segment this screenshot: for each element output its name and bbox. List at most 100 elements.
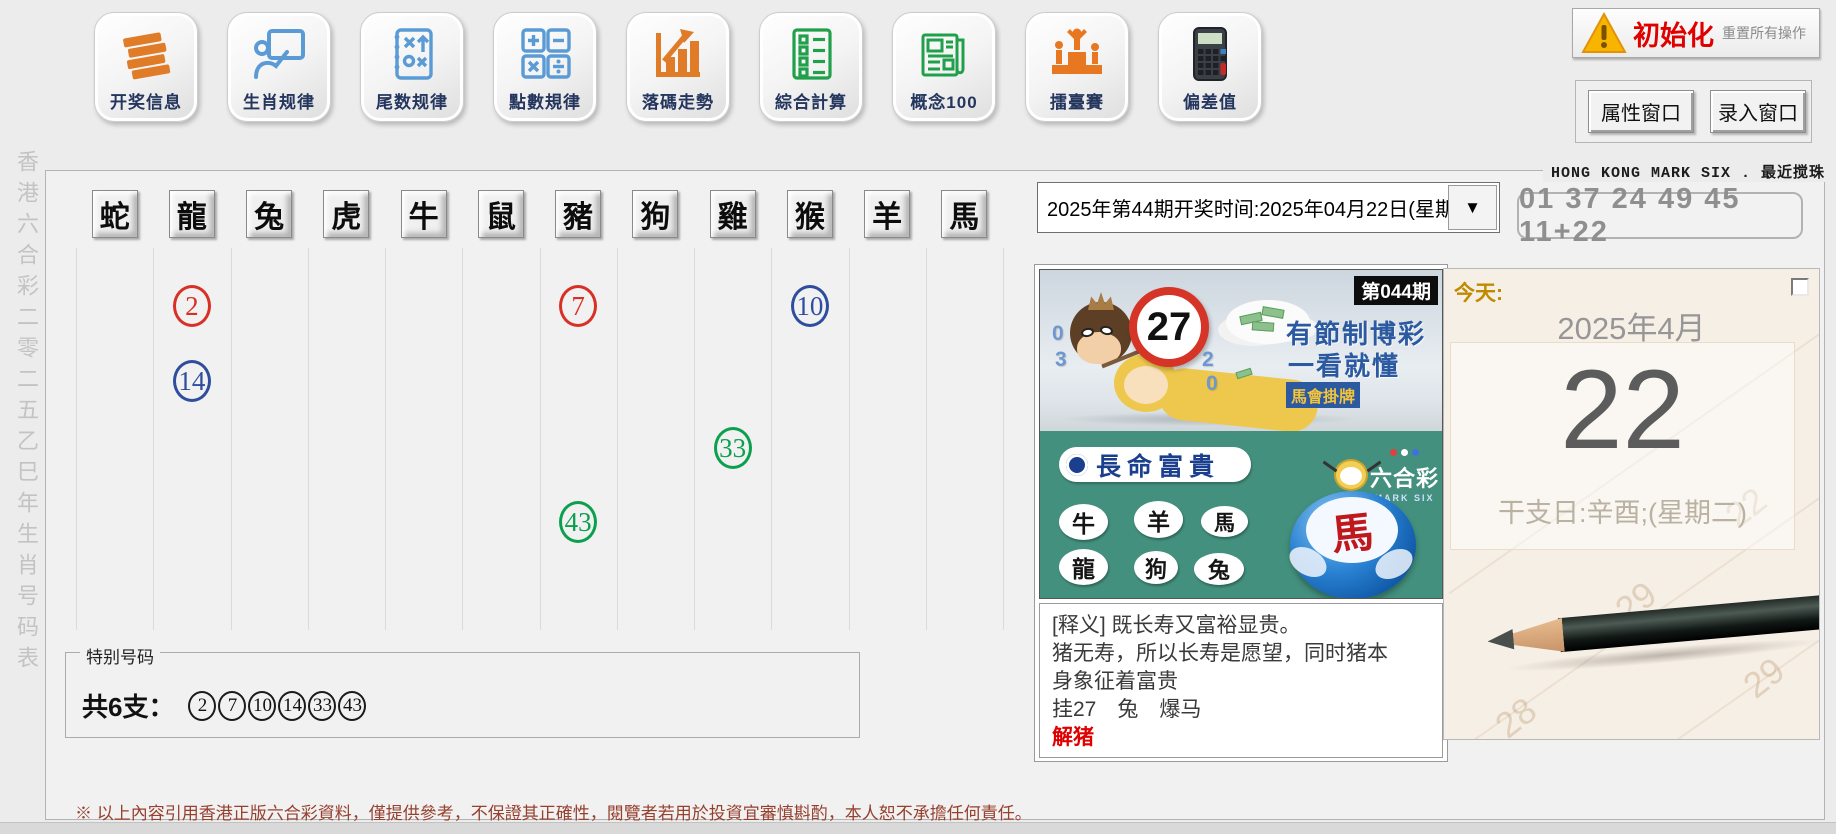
- grid-column-line: [1003, 248, 1004, 630]
- special-count-label: 共6支：: [82, 687, 174, 724]
- toolbar-button-label: 落碼走勢: [627, 88, 729, 113]
- disclaimer-text: ※ 以上內容引用香港正版六合彩資料，僅提供參考，不保證其正確性，閱覽者若用於投資…: [75, 799, 1032, 824]
- ball-zodiac-character: 馬: [1328, 497, 1376, 562]
- toolbar-button-label: 綜合計算: [760, 88, 862, 113]
- promo-image: 27 0 3 2 0 有節制博彩 一看就懂 馬會掛牌 第044期 長命富貴: [1039, 269, 1443, 599]
- toolbar-button-label: 开奖信息: [95, 88, 197, 113]
- side-title: 香港六合彩二零二五乙巳年生肖号码表: [10, 150, 42, 677]
- special-circled-number: 14: [278, 691, 306, 721]
- grid-column-line: [462, 248, 463, 630]
- grid-circled-number: 2: [173, 285, 211, 327]
- app-window: { "side_title": "香港六合彩二零二五乙巳年生肖号码表", "to…: [0, 0, 1836, 834]
- initialize-sub-label: 重置所有操作: [1722, 23, 1806, 43]
- special-circled-number: 10: [248, 691, 276, 721]
- calendar-checkbox[interactable]: [1791, 278, 1809, 296]
- toolbar-button-label: 尾数规律: [361, 88, 463, 113]
- grid-column-line: [308, 248, 309, 630]
- grid-column-line: [926, 248, 927, 630]
- calendar-day: 22: [1451, 351, 1794, 469]
- zodiac-button[interactable]: 牛: [401, 190, 447, 238]
- grid-circled-number: 7: [559, 285, 597, 327]
- period-dropdown-value: 2025年第44期开奖时间:2025年04月22日(星期二): [1047, 193, 1482, 222]
- toolbar-button-point-pattern[interactable]: 點數規律: [493, 12, 597, 122]
- toolbar-button-draw-info[interactable]: 开奖信息: [94, 12, 198, 122]
- special-numbers-box: 特别号码 共6支： 2710143343: [65, 652, 860, 738]
- zodiac-button[interactable]: 羊: [864, 190, 910, 238]
- toolbar-button-label: 偏差值: [1159, 88, 1261, 113]
- promo-panel: 27 0 3 2 0 有節制博彩 一看就懂 馬會掛牌 第044期 長命富貴: [1034, 264, 1448, 762]
- special-circled-number: 43: [338, 691, 366, 721]
- initialize-button[interactable]: 初始化 重置所有操作: [1572, 8, 1820, 58]
- club-logo-icon: [1066, 454, 1088, 476]
- latest-draw-numbers: 01 37 24 49 45 11+22: [1517, 192, 1803, 239]
- strategy-icon: [382, 25, 442, 83]
- books-icon: [116, 25, 176, 83]
- calendar-ganzhi: 干支日:辛酉;(星期二): [1451, 491, 1794, 530]
- zodiac-button[interactable]: 鼠: [478, 190, 524, 238]
- toolbar-button-arena[interactable]: 擂臺賽: [1025, 12, 1129, 122]
- zodiac-button[interactable]: 狗: [632, 190, 678, 238]
- newspaper-icon: [914, 25, 974, 83]
- property-window-button[interactable]: 属性窗口: [1588, 90, 1694, 133]
- dropdown-arrow-button[interactable]: ▼: [1448, 185, 1497, 230]
- crown-icon: [1088, 292, 1114, 310]
- toolbar-button-trend[interactable]: 落碼走勢: [626, 12, 730, 122]
- zodiac-button[interactable]: 兔: [246, 190, 292, 238]
- zodiac-oval: 龍: [1059, 549, 1108, 585]
- zodiac-button[interactable]: 雞: [710, 190, 756, 238]
- sign-number-circle: 27: [1129, 287, 1209, 367]
- toolbar-button-label: 點數規律: [494, 88, 596, 113]
- checklist-icon: [781, 25, 841, 83]
- special-numbers-title: 特别号码: [80, 643, 160, 668]
- issue-number-label: 第044期: [1354, 276, 1438, 305]
- calendar-day-box: 22 干支日:辛酉;(星期二): [1450, 342, 1795, 550]
- toolbar-button-label: 概念100: [893, 88, 995, 113]
- grid-column-line: [849, 248, 850, 630]
- warning-icon: [1581, 12, 1627, 54]
- promo-description-box: [释义] 既长寿又富裕显贵。 猪无寿，所以长寿是愿望，同时猪本 身象征着富贵 挂…: [1039, 603, 1443, 758]
- toolbar-button-tail-pattern[interactable]: 尾数规律: [360, 12, 464, 122]
- podium-icon: [1047, 25, 1107, 83]
- entry-window-button[interactable]: 录入窗口: [1710, 90, 1806, 133]
- toolbar-button-concept-100[interactable]: 概念100: [892, 12, 996, 122]
- promo-badge: 馬會掛牌: [1286, 382, 1360, 408]
- presenter-icon: [249, 25, 309, 83]
- grid-column-line: [153, 248, 154, 630]
- grid-circled-number: 10: [791, 285, 829, 327]
- toolbar-button-zodiac-pattern[interactable]: 生肖规律: [227, 12, 331, 122]
- special-circled-number: 2: [188, 691, 216, 721]
- mark-six-logo: 六合彩 MARK SIX: [1370, 443, 1439, 503]
- promo-slogan-line2: 一看就懂: [1288, 346, 1400, 383]
- mark-six-group-label: HONG KONG MARK SIX . 最近搅珠: [1543, 161, 1833, 182]
- period-dropdown[interactable]: 2025年第44期开奖时间:2025年04月22日(星期二) ▼: [1037, 182, 1500, 233]
- zodiac-button[interactable]: 豬: [555, 190, 601, 238]
- grid-column-line: [76, 248, 77, 630]
- grid-circled-number: 33: [714, 427, 752, 469]
- grid-column-line: [540, 248, 541, 630]
- zodiac-button[interactable]: 猴: [787, 190, 833, 238]
- logo-dots-icon: [1370, 443, 1439, 461]
- zodiac-number-grid: 2147433310: [76, 248, 1004, 630]
- grid-circled-number: 43: [559, 501, 597, 543]
- trend-chart-icon: [648, 25, 708, 83]
- zodiac-button[interactable]: 蛇: [92, 190, 138, 238]
- special-circled-number: 7: [218, 691, 246, 721]
- toolbar-button-label: 擂臺賽: [1026, 88, 1128, 113]
- toolbar-button-deviation[interactable]: 偏差值: [1158, 12, 1262, 122]
- toolbar-button-comprehensive-calc[interactable]: 綜合計算: [759, 12, 863, 122]
- math-grid-icon: [515, 25, 575, 83]
- zodiac-button[interactable]: 馬: [941, 190, 987, 238]
- window-buttons-group: 属性窗口 录入窗口: [1575, 80, 1812, 143]
- grid-column-line: [231, 248, 232, 630]
- special-circled-number: 33: [308, 691, 336, 721]
- chevron-down-icon: ▼: [1464, 198, 1481, 218]
- grid-column-line: [385, 248, 386, 630]
- grid-column-line: [771, 248, 772, 630]
- grid-column-line: [694, 248, 695, 630]
- special-numbers-list: 2710143343: [188, 691, 368, 721]
- promo-green-section: 長命富貴 六合彩 MARK SIX 馬 牛 羊 馬 龍 狗: [1040, 431, 1442, 599]
- zodiac-oval: 羊: [1134, 501, 1183, 538]
- promo-answer: 解猪: [1052, 724, 1430, 752]
- zodiac-button[interactable]: 龍: [169, 190, 215, 238]
- zodiac-button[interactable]: 虎: [323, 190, 369, 238]
